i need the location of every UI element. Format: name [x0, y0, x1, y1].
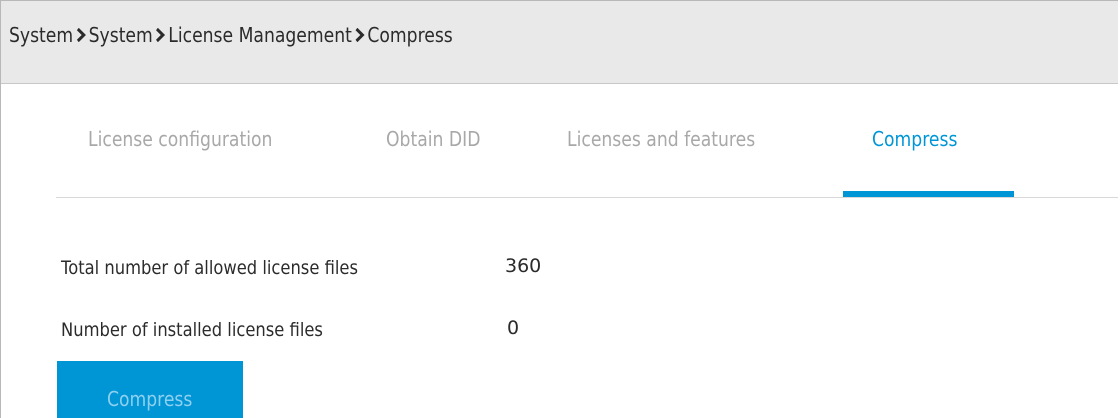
breadcrumb-item-compress: Compress: [367, 23, 453, 47]
chevron-right-icon: [153, 28, 168, 42]
breadcrumb: System System License Management Compres…: [9, 23, 453, 47]
installed-license-files-value: 0: [507, 317, 520, 339]
tab-divider: [56, 197, 1118, 198]
breadcrumb-item-system[interactable]: System: [9, 23, 73, 47]
chevron-right-icon: [73, 28, 88, 42]
allowed-license-files-value: 360: [505, 255, 542, 277]
tab-compress[interactable]: Compress: [872, 127, 957, 151]
tab-obtain-did[interactable]: Obtain DID: [386, 127, 480, 151]
allowed-license-files-label: Total number of allowed license files: [61, 257, 358, 279]
tab-licenses-and-features[interactable]: Licenses and features: [567, 127, 755, 151]
breadcrumb-item-system-2[interactable]: System: [89, 23, 153, 47]
compress-button-label: Compress: [107, 387, 193, 411]
breadcrumb-item-license-management[interactable]: License Management: [168, 23, 352, 47]
compress-button[interactable]: Compress: [57, 361, 243, 418]
page-header: System System License Management Compres…: [1, 1, 1118, 84]
chevron-right-icon: [352, 28, 367, 42]
installed-license-files-label: Number of installed license files: [61, 319, 323, 341]
page-frame: System System License Management Compres…: [0, 0, 1118, 418]
tab-bar: License configuration Obtain DID License…: [56, 127, 1118, 199]
tab-license-configuration[interactable]: License configuration: [88, 127, 272, 151]
